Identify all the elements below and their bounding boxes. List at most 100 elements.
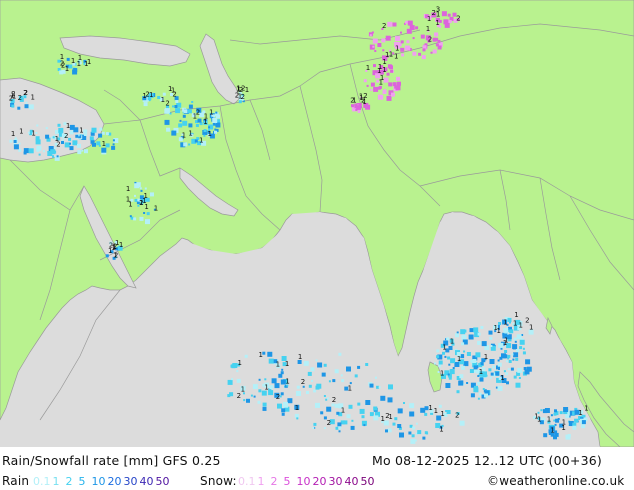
snow-cell <box>434 32 439 37</box>
snow-cell <box>422 48 426 52</box>
credit-link[interactable]: ©weatheronline.co.uk <box>487 474 624 488</box>
rain-cell <box>426 432 429 435</box>
snow-value-mark: 1 <box>382 58 386 66</box>
rain-cell <box>271 378 277 384</box>
snow-cell <box>395 36 400 42</box>
rain-cell <box>262 406 267 411</box>
rain-cell <box>197 118 202 123</box>
rain-cell <box>509 329 514 334</box>
rain-cell <box>513 375 517 379</box>
rain-cell <box>52 155 54 158</box>
rain-cell <box>91 127 97 133</box>
rain-cell <box>472 359 477 363</box>
rain-value-mark: 2 <box>327 419 331 427</box>
snow-cell <box>390 69 394 73</box>
rain-cell <box>262 402 267 407</box>
rain-cell <box>394 417 398 421</box>
rain-value-mark: 1 <box>264 383 268 391</box>
rain-cell <box>369 383 374 388</box>
rain-cell <box>456 390 460 394</box>
snow-cell <box>447 13 451 17</box>
rain-cell <box>36 124 39 127</box>
rain-value-mark: 1 <box>168 85 172 93</box>
rain-value-mark: 1 <box>504 337 508 345</box>
rain-cell <box>69 130 74 135</box>
rain-cell <box>420 407 426 413</box>
rain-value-mark: 1 <box>119 241 123 249</box>
rain-cell <box>250 394 253 397</box>
rain-value-mark: 1 <box>285 378 289 386</box>
rain-cell <box>415 422 418 425</box>
rain-cell <box>75 134 79 138</box>
rain-cell <box>563 407 569 412</box>
rain-cell <box>414 439 417 442</box>
snow-cell <box>444 22 450 28</box>
rain-cell <box>13 144 19 150</box>
rain-value-mark: 1 <box>79 126 83 134</box>
rain-value-mark: 1 <box>457 355 461 363</box>
snow-cell <box>441 11 447 17</box>
snow-legend-item-3: 5 <box>283 475 291 488</box>
rain-cell <box>459 420 465 426</box>
rain-cell <box>387 397 393 403</box>
rain-cell <box>280 371 284 375</box>
rain-value-mark: 1 <box>519 322 523 330</box>
snow-cell <box>387 21 393 27</box>
rain-cell <box>434 362 436 365</box>
rain-cell <box>268 358 274 364</box>
rain-cell <box>172 105 174 108</box>
rain-cell <box>45 134 50 139</box>
rain-cell <box>463 350 466 353</box>
rain-value-mark: 2 <box>332 396 336 404</box>
rain-cell <box>466 352 471 356</box>
rain-cell <box>348 404 353 409</box>
rain-cell <box>445 383 451 388</box>
rain-value-mark: 1 <box>285 360 289 368</box>
rain-cell <box>450 358 456 364</box>
snow-cell <box>391 92 395 97</box>
rain-cell <box>468 334 474 340</box>
rain-cell <box>294 413 299 418</box>
rain-cell <box>482 388 485 390</box>
rain-cell <box>134 194 136 197</box>
rain-cell <box>397 424 402 428</box>
rain-cell <box>506 360 508 363</box>
rain-cell <box>315 402 320 408</box>
rain-cell <box>525 359 531 365</box>
rain-cell <box>58 127 64 133</box>
rain-cell <box>544 408 550 413</box>
rain-cell <box>244 354 248 358</box>
rain-cell <box>323 363 327 367</box>
snow-cell <box>385 35 391 41</box>
snow-cell <box>412 37 415 40</box>
rain-cell <box>515 382 521 388</box>
rain-cell <box>64 142 70 148</box>
rain-cell <box>236 378 241 383</box>
rain-value-mark: 1 <box>126 185 130 193</box>
rain-cell <box>208 126 211 129</box>
rain-cell <box>490 345 493 347</box>
rain-value-mark: 1 <box>514 311 518 319</box>
rain-value-mark: 1 <box>561 424 565 432</box>
rain-cell <box>174 105 178 108</box>
rain-value-mark: 2 <box>18 94 22 102</box>
rain-cell <box>497 362 502 367</box>
snow-cell <box>386 72 390 76</box>
rain-value-mark: 1 <box>102 140 106 148</box>
rain-cell <box>469 328 474 333</box>
rain-cell <box>481 341 487 347</box>
snow-cell <box>401 53 405 57</box>
rain-legend-item-4: 10 <box>91 475 106 488</box>
rain-cell <box>436 349 440 353</box>
rain-cell <box>105 132 109 136</box>
rain-value-mark: 1 <box>547 415 551 423</box>
rain-value-mark: 1 <box>259 351 263 359</box>
rain-cell <box>81 149 84 152</box>
rain-cell <box>359 408 365 414</box>
snow-cell <box>388 82 393 87</box>
rain-cell <box>214 130 217 134</box>
rain-cell <box>57 123 61 127</box>
rain-cell <box>448 363 451 366</box>
snow-cell <box>420 34 425 39</box>
rain-cell <box>146 212 150 216</box>
